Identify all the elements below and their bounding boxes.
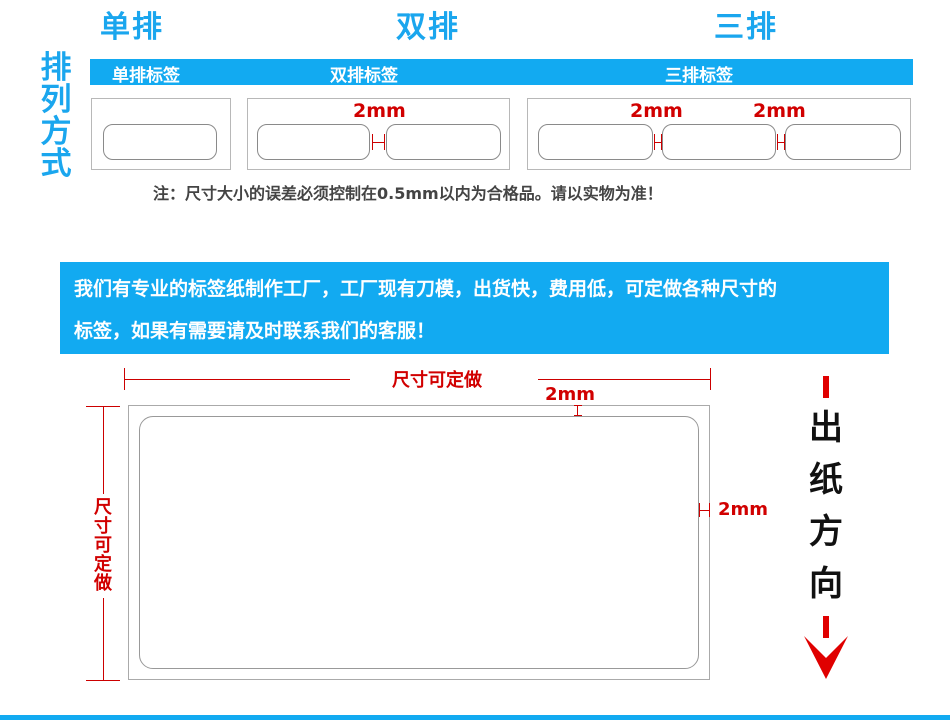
height-label-char: 做 xyxy=(94,573,112,594)
paper-direction-label: 出 纸 方 向 xyxy=(806,402,846,610)
margin-right-label: 2mm xyxy=(718,499,769,520)
gap-marker xyxy=(384,134,385,150)
triple-label-sample xyxy=(662,124,776,160)
triple-label-sample xyxy=(538,124,653,160)
bar-label-single: 单排标签 xyxy=(112,66,180,86)
side-title-char: 方 xyxy=(40,114,72,150)
direction-char: 向 xyxy=(806,558,846,610)
side-title-arrangement: 排 列 方 式 xyxy=(38,52,74,180)
side-title-char: 排 xyxy=(40,50,72,86)
height-label-char: 尺 xyxy=(94,497,112,518)
direction-char: 纸 xyxy=(806,454,846,506)
label-sticker xyxy=(139,416,699,669)
side-title-char: 式 xyxy=(40,146,72,182)
gap-marker xyxy=(373,142,384,143)
side-title-char: 列 xyxy=(40,82,72,118)
banner-line: 我们有专业的标签纸制作工厂，工厂现有刀模，出货快，费用低，可定做各种尺寸的 xyxy=(74,278,778,300)
bottom-divider xyxy=(0,715,950,720)
gap-label-double: 2mm xyxy=(353,100,406,122)
margin-top-marker xyxy=(574,415,582,416)
height-dimension-tick xyxy=(86,680,120,681)
bar-label-double: 双排标签 xyxy=(330,66,398,86)
banner-line: 标签，如果有需要请及时联系我们的客服！ xyxy=(74,320,436,342)
tolerance-note: 注：尺寸大小的误差必须控制在0.5mm以内为合格品。请以实物为准！ xyxy=(153,184,663,203)
double-label-sample xyxy=(257,124,370,160)
width-dimension-tick xyxy=(710,368,711,390)
width-label: 尺寸可定做 xyxy=(392,370,482,391)
margin-top-marker xyxy=(574,405,582,406)
heading-triple-row: 三排 xyxy=(714,10,778,45)
gap-marker xyxy=(654,142,662,143)
gap-label-triple-2: 2mm xyxy=(753,100,806,122)
direction-char: 出 xyxy=(806,402,846,454)
height-label-char: 定 xyxy=(94,554,112,575)
heading-double-row: 双排 xyxy=(396,10,460,45)
direction-char: 方 xyxy=(806,506,846,558)
gap-marker xyxy=(777,142,785,143)
row-type-bar xyxy=(90,59,913,85)
width-dimension-line xyxy=(124,379,350,380)
height-label-char: 可 xyxy=(94,535,112,556)
margin-top-label: 2mm xyxy=(545,384,596,405)
width-dimension-line xyxy=(538,379,710,380)
margin-right-marker xyxy=(699,510,709,511)
single-label-sample xyxy=(103,124,217,160)
height-dimension-line xyxy=(103,406,104,494)
double-label-sample xyxy=(386,124,501,160)
info-banner: 我们有专业的标签纸制作工厂，工厂现有刀模，出货快，费用低，可定做各种尺寸的 标签… xyxy=(60,262,889,354)
margin-right-marker xyxy=(709,503,710,517)
triple-label-sample xyxy=(785,124,901,160)
heading-single-row: 单排 xyxy=(100,10,164,45)
gap-label-triple-1: 2mm xyxy=(630,100,683,122)
height-dimension-line xyxy=(103,598,104,680)
height-label: 尺 寸 可 定 做 xyxy=(92,498,114,593)
height-label-char: 寸 xyxy=(94,516,112,537)
bar-label-triple: 三排标签 xyxy=(665,66,733,86)
